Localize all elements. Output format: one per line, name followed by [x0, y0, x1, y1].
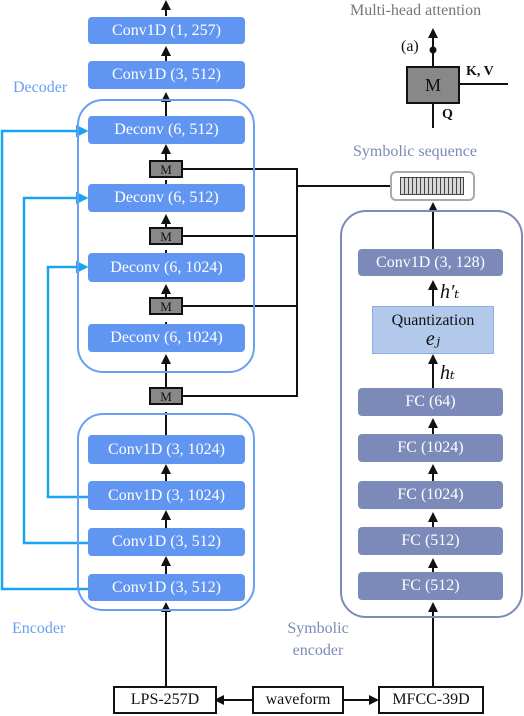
deconv-layer: Deconv (6, 1024) [88, 324, 245, 352]
encoder-label: Encoder [12, 620, 66, 637]
lps-input-box: LPS-257D [113, 686, 217, 714]
fc-layer: FC (1024) [358, 434, 503, 462]
decoder-conv-layer: Conv1D (3, 512) [88, 61, 245, 89]
codebook-label: eⱼ [425, 328, 441, 350]
encoder-conv-layer: Conv1D (3, 1024) [88, 435, 245, 464]
symbolic-conv-layer: Conv1D (3, 128) [358, 249, 503, 276]
quantization-block: Quantization eⱼ [372, 306, 494, 354]
symbolic-sequence-tokens [400, 177, 464, 195]
encoder-conv-layer: Conv1D (3, 1024) [88, 481, 245, 510]
fc-layer: FC (64) [358, 388, 503, 416]
encoder-conv-layer: Conv1D (3, 512) [88, 528, 245, 556]
symbolic-sequence [390, 171, 475, 201]
mfcc-input-box: MFCC-39D [378, 686, 484, 714]
skip-connections [0, 124, 89, 591]
symbolic-sequence-label: Symbolic sequence [353, 143, 477, 160]
legend-attention-block: M [406, 66, 460, 104]
fc-layer: FC (512) [358, 527, 503, 555]
deconv-layer: Deconv (6, 1024) [88, 253, 245, 282]
fc-layer: FC (512) [358, 572, 503, 600]
waveform-input-box: waveform [252, 686, 344, 714]
legend-title: Multi-head attention [350, 2, 482, 19]
attention-block: M [149, 160, 183, 178]
legend-label-a: (a) [401, 38, 419, 55]
attention-block: M [149, 387, 183, 405]
h-prime-label: h′ₜ [440, 281, 460, 303]
symbolic-encoder-label-line1: Symbolic [287, 620, 349, 637]
attention-block: M [149, 297, 183, 315]
encoder-conv-layer: Conv1D (3, 512) [88, 574, 245, 601]
legend-q-label: Q [442, 107, 453, 122]
h-label: hₜ [440, 362, 455, 384]
deconv-layer: Deconv (6, 512) [88, 116, 245, 144]
decoder-label: Decoder [13, 79, 68, 96]
fc-layer: FC (1024) [358, 481, 503, 509]
attention-block: M [149, 227, 183, 245]
decoder-output-conv-layer: Conv1D (1, 257) [88, 17, 245, 44]
legend-kv-label: K, V [466, 64, 494, 79]
symbolic-encoder-label: Symbolic encoder [278, 618, 358, 662]
deconv-layer: Deconv (6, 512) [88, 184, 245, 212]
symbolic-encoder-label-line2: encoder [292, 642, 344, 659]
legend-output-dot [429, 46, 437, 54]
architecture-diagram: Conv1D (1, 257) Conv1D (3, 512) Decoder … [0, 0, 524, 716]
